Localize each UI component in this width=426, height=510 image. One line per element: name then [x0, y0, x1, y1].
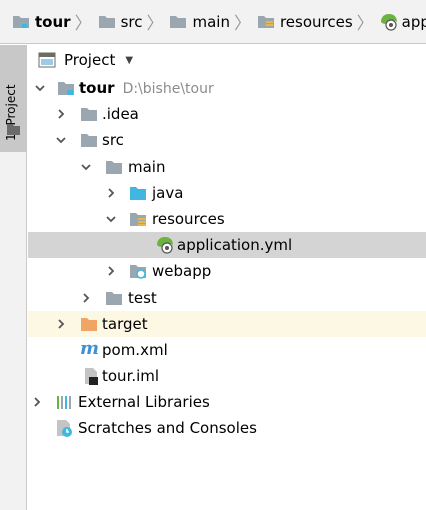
resources-folder-icon [257, 15, 274, 28]
project-tool-window-button[interactable]: 1: Project [0, 45, 27, 152]
navigation-bar: tour 〉 src 〉 main 〉 resources 〉 applicat… [0, 0, 426, 44]
chevron-right-icon[interactable] [55, 108, 67, 120]
breadcrumb-label: tour [35, 12, 71, 31]
tree-label: main [128, 157, 166, 176]
tree-label: tour D:\bishe\tour [79, 79, 214, 97]
chevron-right-icon: 〉 [74, 14, 92, 34]
chevron-down-icon[interactable] [55, 134, 67, 146]
chevron-right-icon[interactable] [80, 292, 92, 304]
tree-label: src [102, 131, 124, 150]
chevron-down-icon[interactable] [34, 82, 46, 94]
folder-icon [7, 124, 20, 135]
tree-row-test[interactable]: test [28, 285, 426, 311]
tree-row-pom-xml[interactable]: m pom.xml [28, 337, 426, 363]
spring-config-icon [157, 237, 173, 254]
chevron-right-icon[interactable] [31, 396, 43, 408]
module-folder-icon [13, 15, 29, 28]
breadcrumb-tour[interactable]: tour [12, 10, 71, 34]
tree-row-external-libraries[interactable]: External Libraries [28, 389, 426, 415]
tree-label: .idea [102, 105, 139, 124]
project-panel-header: Project ▼ [28, 45, 426, 75]
iml-file-icon [85, 368, 98, 386]
tree-row-webapp[interactable]: webapp [28, 258, 426, 284]
project-tree: tour D:\bishe\tour .idea src main java re… [28, 75, 426, 442]
chevron-down-icon[interactable]: ▼ [125, 55, 133, 66]
tree-label: External Libraries [78, 393, 210, 412]
tree-label: resources [152, 209, 225, 228]
breadcrumb-label: main [192, 12, 230, 31]
breadcrumb-main[interactable]: main [169, 10, 230, 34]
module-folder-icon [58, 82, 74, 95]
breadcrumb-application[interactable]: application [380, 10, 426, 34]
tree-row-scratches-and-consoles[interactable]: Scratches and Consoles [28, 415, 426, 441]
tree-row-main[interactable]: main [28, 154, 426, 180]
chevron-right-icon: 〉 [233, 14, 251, 34]
tree-row-java[interactable]: java [28, 180, 426, 206]
chevron-down-icon[interactable] [80, 161, 92, 173]
web-folder-icon [130, 265, 146, 280]
folder-icon [81, 134, 97, 148]
chevron-right-icon[interactable] [105, 187, 117, 199]
excluded-folder-icon [81, 317, 97, 331]
tree-row-idea[interactable]: .idea [28, 101, 426, 127]
tree-label: Scratches and Consoles [78, 419, 257, 438]
breadcrumb-resources[interactable]: resources [257, 10, 353, 34]
tree-row-application-yml[interactable]: application.yml [28, 232, 426, 259]
module-path: D:\bishe\tour [122, 81, 214, 97]
tree-label: tour.iml [102, 367, 160, 386]
resources-folder-icon [130, 212, 146, 226]
maven-icon: m [80, 337, 100, 359]
spring-config-icon [380, 13, 397, 31]
breadcrumb-label: src [120, 12, 143, 31]
chevron-right-icon: 〉 [146, 14, 164, 34]
folder-icon [106, 291, 122, 305]
libraries-icon [57, 396, 71, 410]
chevron-right-icon[interactable] [55, 318, 67, 330]
source-folder-icon [130, 186, 146, 200]
breadcrumb-src[interactable]: src [98, 10, 143, 34]
tree-row-resources[interactable]: resources [28, 206, 426, 232]
tree-label: target [102, 314, 148, 333]
folder-icon [106, 160, 122, 174]
tree-row-target[interactable]: target [28, 310, 426, 337]
folder-icon [98, 15, 115, 28]
tree-label: pom.xml [102, 340, 168, 359]
breadcrumb-label: application [401, 12, 426, 31]
tree-label: application.yml [177, 236, 293, 255]
folder-icon [81, 108, 97, 122]
tool-window-stripe: 1: Project [0, 45, 27, 510]
tree-row-tour-iml[interactable]: tour.iml [28, 363, 426, 389]
tree-label: test [128, 288, 157, 307]
folder-icon [170, 15, 187, 28]
chevron-right-icon: 〉 [356, 14, 374, 34]
chevron-right-icon[interactable] [105, 265, 117, 277]
breadcrumb-label: resources [279, 12, 353, 31]
project-view-icon [38, 52, 56, 68]
panel-title: Project [64, 51, 116, 69]
tree-row-tour[interactable]: tour D:\bishe\tour [28, 75, 426, 101]
chevron-down-icon[interactable] [105, 213, 117, 225]
tree-label: java [152, 183, 184, 202]
tree-row-src[interactable]: src [28, 127, 426, 153]
scratches-icon [57, 420, 72, 438]
tree-label: webapp [152, 262, 212, 281]
